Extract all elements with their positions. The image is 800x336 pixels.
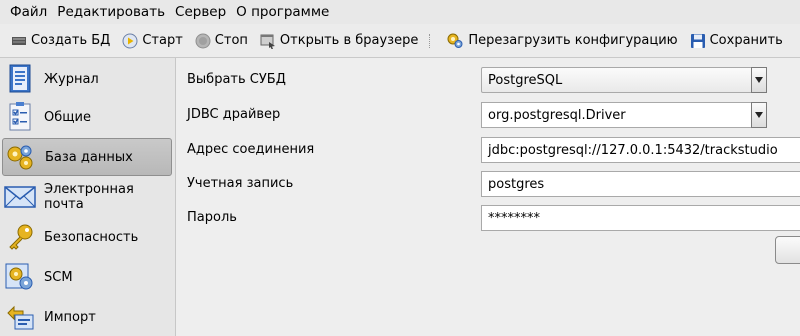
database-gears-icon xyxy=(5,141,37,173)
chevron-down-icon[interactable] xyxy=(751,67,767,93)
reload-gears-icon xyxy=(447,33,463,48)
sidebar-item-label: SCM xyxy=(44,269,73,285)
dbms-label: Выбрать СУБД xyxy=(187,72,286,87)
sidebar-item-label: Общие xyxy=(44,109,91,125)
sidebar-item-general[interactable]: Общие xyxy=(2,98,172,136)
jdbc-driver-select[interactable]: org.postgresql.Driver xyxy=(481,102,767,128)
scm-gears-icon xyxy=(4,261,36,293)
password-input[interactable]: ******** xyxy=(481,205,800,231)
sidebar-item-import[interactable]: Импорт xyxy=(2,298,172,336)
sidebar-item-label: Электронная почта xyxy=(44,182,134,212)
dbms-value: PostgreSQL xyxy=(488,72,563,88)
key-icon xyxy=(4,221,36,253)
save-label: Сохранить xyxy=(709,33,783,48)
dbms-select[interactable]: PostgreSQL xyxy=(481,67,767,93)
save-button[interactable]: Сохранить xyxy=(685,31,788,51)
database-settings-form: Выбрать СУБД PostgreSQL JDBC драйвер org… xyxy=(177,58,800,336)
user-value: postgres xyxy=(488,176,545,192)
sidebar-item-database[interactable]: База данных xyxy=(2,138,172,176)
connection-url-input[interactable]: jdbc:postgresql://127.0.0.1:5432/trackst… xyxy=(481,137,800,163)
floppy-disk-icon xyxy=(690,33,705,48)
create-db-button[interactable]: Создать БД xyxy=(6,31,115,51)
envelope-icon xyxy=(4,181,36,213)
reload-config-label: Перезагрузить конфигурацию xyxy=(468,33,678,48)
open-browser-button[interactable]: Открыть в браузере xyxy=(255,31,423,51)
reload-config-button[interactable]: Перезагрузить конфигурацию xyxy=(441,30,682,52)
journal-icon xyxy=(4,63,36,95)
menu-about[interactable]: О программе xyxy=(231,1,334,23)
sidebar-item-label: Безопасность xyxy=(44,229,139,245)
stop-button[interactable]: Стоп xyxy=(190,31,253,51)
create-db-label: Создать БД xyxy=(31,33,111,48)
checklist-icon xyxy=(4,101,36,133)
sidebar-item-security[interactable]: Безопасность xyxy=(2,218,172,256)
play-icon xyxy=(122,33,138,48)
user-input[interactable]: postgres xyxy=(481,171,800,197)
password-value: ******** xyxy=(488,210,540,226)
menu-bar: Файл Редактировать Сервер О программе xyxy=(0,0,800,24)
jdbc-label: JDBC драйвер xyxy=(187,107,281,122)
start-button[interactable]: Старт xyxy=(117,31,187,51)
browser-window-icon xyxy=(260,34,275,49)
connection-url-value: jdbc:postgresql://127.0.0.1:5432/trackst… xyxy=(488,142,778,158)
sidebar: Журнал Общие База данных Электронная поч… xyxy=(0,58,176,336)
sidebar-item-label: Журнал xyxy=(44,71,99,87)
sidebar-item-label: Импорт xyxy=(44,309,96,325)
menu-edit[interactable]: Редактировать xyxy=(52,1,170,23)
password-label: Пароль xyxy=(187,210,237,225)
connection-url-label: Адрес соединения xyxy=(187,142,315,157)
toolbar: Создать БД Старт Стоп Открыть в браузере xyxy=(0,24,800,58)
chevron-down-icon[interactable] xyxy=(751,102,767,128)
stop-icon xyxy=(195,33,211,48)
import-icon xyxy=(4,301,36,333)
sidebar-item-email[interactable]: Электронная почта xyxy=(2,178,172,216)
stop-label: Стоп xyxy=(214,33,248,48)
test-connection-button[interactable] xyxy=(775,236,800,264)
sidebar-item-scm[interactable]: SCM xyxy=(2,258,172,296)
menu-file[interactable]: Файл xyxy=(0,1,52,23)
sidebar-item-label: База данных xyxy=(45,149,133,165)
user-label: Учетная запись xyxy=(187,176,294,191)
open-browser-label: Открыть в браузере xyxy=(279,33,419,48)
sidebar-item-journal[interactable]: Журнал xyxy=(2,60,172,98)
toolbar-separator xyxy=(429,33,431,48)
start-label: Старт xyxy=(142,33,183,48)
jdbc-value: org.postgresql.Driver xyxy=(488,107,626,123)
menu-server[interactable]: Сервер xyxy=(170,1,231,23)
database-icon xyxy=(12,36,26,45)
